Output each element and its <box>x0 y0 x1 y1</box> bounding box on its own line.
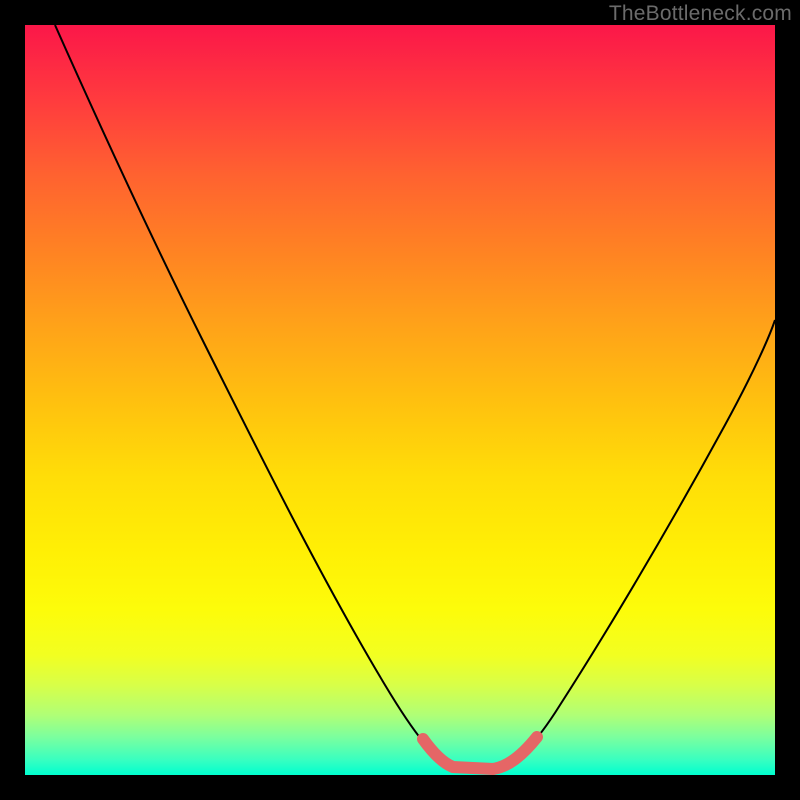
chart-svg <box>25 25 775 775</box>
watermark-text: TheBottleneck.com <box>609 2 792 26</box>
chart-frame: TheBottleneck.com <box>0 0 800 800</box>
bottleneck-curve <box>55 25 775 769</box>
optimal-range-highlight <box>423 737 537 769</box>
